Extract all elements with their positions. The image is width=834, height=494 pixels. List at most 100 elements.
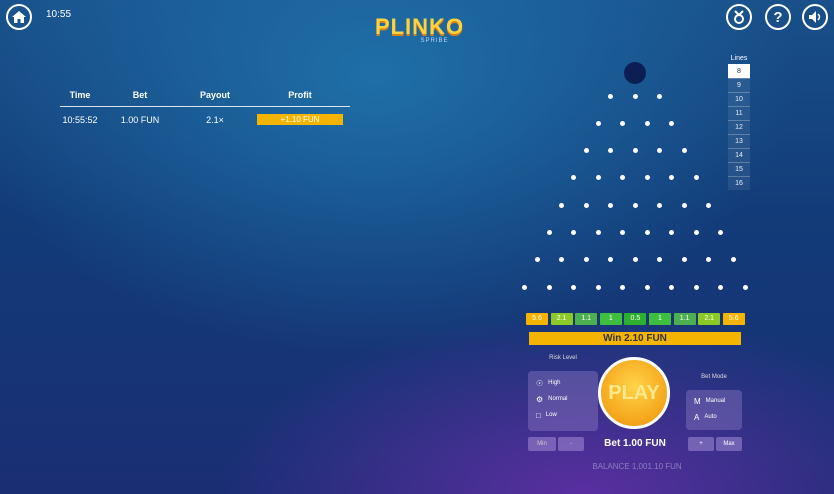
risk-label-high: High [548,380,561,386]
lines-option-10[interactable]: 10 [728,92,750,106]
peg [669,120,675,126]
peg [632,148,638,154]
home-icon [12,11,26,23]
lines-option-8[interactable]: 8 [728,64,750,78]
multiplier-slot: 1.1 [673,313,696,325]
peg [632,257,638,263]
multiplier-slot: 1.1 [575,313,598,325]
bet-amount: Bet 1.00 FUN [604,438,666,449]
risk-option-low[interactable]: □ Low [528,407,598,423]
help-icon: ? [773,8,783,26]
peg [693,175,699,181]
peg [522,284,528,290]
peg [632,93,638,99]
peg [595,175,601,181]
help-button[interactable]: ? [765,4,791,30]
home-button[interactable] [6,4,32,30]
mode-option-manual[interactable]: M Manual [686,393,742,409]
col-time: Time [60,88,100,107]
auto-icon: A [694,412,700,422]
sound-icon [808,11,822,23]
peg [583,148,589,154]
row-profit-cell: +1.10 FUN [250,107,350,125]
lines-option-16[interactable]: 16 [728,176,750,190]
peg [608,257,613,263]
col-profit: Profit [250,88,350,107]
lines-option-9[interactable]: 9 [728,78,750,92]
multiplier-slot: 1 [599,313,622,325]
peg [620,284,626,290]
peg [681,257,687,263]
peg [546,284,552,290]
mode-label-auto: Auto [704,414,717,420]
peg [595,120,601,126]
risk-label-normal: Normal [548,396,568,402]
plinko-ball [624,62,646,84]
play-button[interactable]: PLAY [598,357,670,429]
peg [693,284,699,290]
multiplier-slot: 5.6 [526,313,548,325]
peg [571,175,577,181]
table-row: 10:55:52 1.00 FUN 2.1× +1.10 FUN [60,107,350,125]
play-label: PLAY [608,381,660,404]
lines-option-14[interactable]: 14 [728,148,750,162]
lines-label: Lines [730,55,748,62]
multiplier-slot: 1 [649,313,671,325]
peg [608,148,613,154]
sound-button[interactable] [802,4,828,30]
peg [681,148,687,154]
lines-option-11[interactable]: 11 [728,106,750,120]
risk-level-panel: Risk Level ☉ High ⚙ Normal □ Low [528,355,598,431]
peg [657,202,662,208]
peg [669,175,675,181]
peg [571,230,577,235]
lines-selector: Lines 8 9 10 11 12 13 14 15 16 [728,55,750,190]
mode-label-manual: Manual [705,398,726,404]
balance-text: BALANCE 1,001.10 FUN [592,462,682,471]
col-payout: Payout [180,88,250,107]
info-button[interactable] [726,4,752,30]
row-profit: +1.10 FUN [257,114,343,125]
peg [559,202,564,208]
lines-option-15[interactable]: 15 [728,162,750,176]
peg [657,148,662,154]
peg [730,257,736,263]
mode-option-auto[interactable]: A Auto [686,409,742,425]
lines-option-13[interactable]: 13 [728,134,750,148]
game-logo: PLINKO SPRIBE [372,14,467,44]
peg [620,230,626,235]
gear-icon: ⚙ [536,394,544,404]
max-button[interactable]: Max [716,437,742,451]
lines-option-12[interactable]: 12 [728,120,750,134]
peg [608,93,613,99]
flame-icon: ☉ [536,378,544,388]
peg [583,202,589,208]
minus-button[interactable]: - [558,437,584,451]
bet-mode-title: Bet Mode [701,374,727,380]
peg [559,257,564,263]
peg [706,257,711,263]
lock-icon: □ [536,410,541,420]
plus-button[interactable]: + [688,437,714,451]
peg [620,120,626,126]
peg [718,284,724,290]
peg [644,284,650,290]
row-payout: 2.1× [206,114,224,125]
multiplier-slot: 2.1 [550,313,573,325]
risk-title: Risk Level [549,355,577,361]
bet-mode-panel: Bet Mode M Manual A Auto [686,374,742,430]
min-button[interactable]: Min [528,437,556,451]
info-icon [732,10,746,24]
peg [669,230,675,235]
peg [546,230,552,235]
peg [657,93,662,99]
peg [644,175,650,181]
risk-option-normal[interactable]: ⚙ Normal [528,391,598,407]
bet-history-table: Time Bet Payout Profit 10:55:52 1.00 FUN… [60,88,350,125]
peg [620,175,626,181]
risk-option-high[interactable]: ☉ High [528,375,598,391]
logo-title: PLINKO [374,14,465,39]
peg [632,202,638,208]
peg [644,230,650,235]
peg [693,230,699,235]
